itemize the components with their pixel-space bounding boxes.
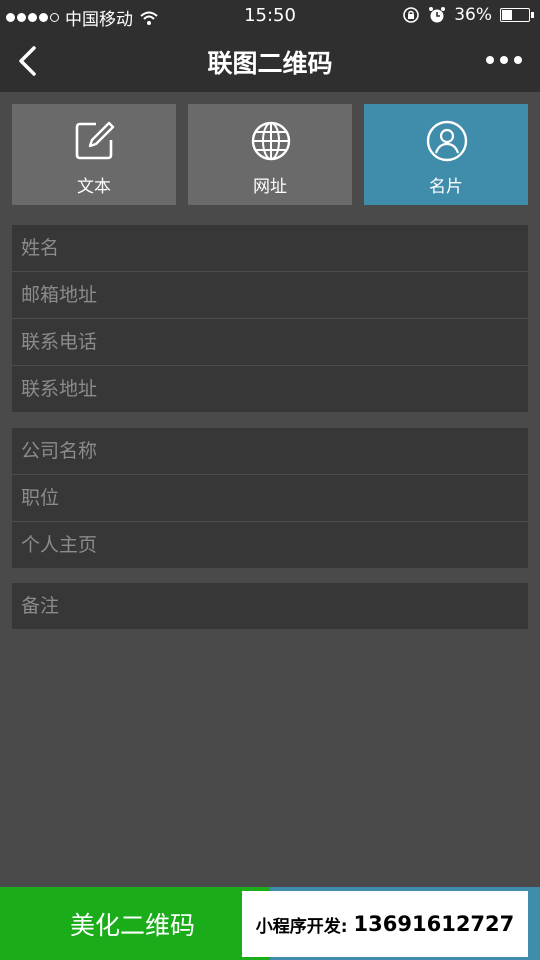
phone-field[interactable]: 联系电话 — [12, 319, 528, 366]
battery-percent: 36% — [454, 5, 492, 25]
tab-label: 文本 — [77, 177, 111, 197]
beautify-qr-button[interactable]: 美化二维码 — [0, 887, 270, 960]
form-group-notes: 备注 — [12, 583, 528, 629]
ad-phone: 13691612727 — [353, 912, 515, 936]
status-right: 36% — [402, 5, 534, 25]
tab-label: 网址 — [253, 177, 287, 197]
form-group-contact: 姓名 邮箱地址 联系电话 联系地址 — [12, 225, 528, 412]
nav-bar: 联图二维码 — [0, 30, 540, 92]
tab-text[interactable]: 文本 — [12, 104, 176, 205]
battery-icon — [500, 8, 534, 22]
address-field[interactable]: 联系地址 — [12, 366, 528, 412]
edit-icon — [75, 121, 115, 160]
tab-label: 名片 — [429, 177, 463, 197]
name-field[interactable]: 姓名 — [12, 225, 528, 272]
more-dots-icon[interactable] — [486, 56, 522, 64]
form-group-company: 公司名称 职位 个人主页 — [12, 428, 528, 568]
tab-url[interactable]: 网址 — [188, 104, 352, 205]
ad-banner: 小程序开发: 13691612727 — [242, 891, 528, 957]
person-icon — [426, 120, 468, 162]
tab-card[interactable]: 名片 — [364, 104, 528, 205]
type-tabs: 文本 网址 名片 — [12, 104, 528, 205]
position-field[interactable]: 职位 — [12, 475, 528, 522]
page-title: 联图二维码 — [207, 49, 333, 78]
homepage-field[interactable]: 个人主页 — [12, 522, 528, 568]
notes-field[interactable]: 备注 — [12, 583, 528, 629]
status-bar: 中国移动 15:50 36% — [0, 0, 540, 30]
email-field[interactable]: 邮箱地址 — [12, 272, 528, 319]
company-field[interactable]: 公司名称 — [12, 428, 528, 475]
rotation-lock-icon — [403, 7, 420, 23]
ad-label: 小程序开发: — [255, 916, 348, 937]
alarm-icon — [429, 7, 446, 23]
globe-icon — [251, 121, 291, 161]
